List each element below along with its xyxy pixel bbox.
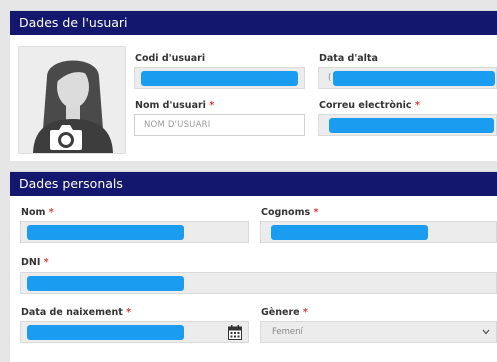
dni-label: DNI * (21, 257, 49, 268)
name-input[interactable] (20, 221, 249, 243)
redacted-value (333, 71, 495, 86)
gender-label: Gènere * (261, 307, 308, 318)
signup-date-label: Data d'alta (319, 53, 378, 64)
calendar-icon[interactable] (228, 325, 242, 340)
dni-input[interactable] (20, 272, 497, 294)
birthdate-label: Data de naixement * (21, 307, 132, 318)
chevron-down-icon (482, 329, 490, 335)
birthdate-input[interactable] (20, 321, 249, 343)
gender-select[interactable]: Femení (260, 321, 497, 343)
surname-input[interactable] (260, 221, 497, 243)
redacted-value (27, 325, 184, 340)
redacted-value (141, 71, 298, 86)
personal-data-panel: Dades personals Nom * Cognoms * DNI * Da… (10, 171, 497, 362)
redacted-value (27, 276, 184, 291)
avatar-upload[interactable] (18, 46, 126, 154)
user-data-panel: Dades de l'usuari Codi d'usuari Data d'a… (10, 10, 497, 161)
username-input[interactable]: NOM D'USUARI (134, 114, 305, 136)
redacted-value (271, 225, 428, 240)
email-input[interactable] (318, 114, 497, 136)
user-data-panel-title: Dades de l'usuari (10, 11, 497, 35)
name-label: Nom * (21, 207, 54, 218)
email-label: Correu electrònic * (319, 100, 420, 111)
camera-icon (50, 125, 82, 150)
signup-date-field: ( (318, 67, 497, 89)
username-placeholder: NOM D'USUARI (144, 120, 211, 130)
username-label: Nom d'usuari * (135, 100, 215, 111)
personal-data-panel-title: Dades personals (10, 172, 497, 196)
surname-label: Cognoms * (261, 207, 319, 218)
redacted-value (329, 118, 494, 133)
user-code-label: Codi d'usuari (135, 53, 206, 64)
gender-selected-value: Femení (272, 327, 303, 337)
redacted-value (27, 225, 184, 240)
user-code-field (134, 67, 305, 89)
